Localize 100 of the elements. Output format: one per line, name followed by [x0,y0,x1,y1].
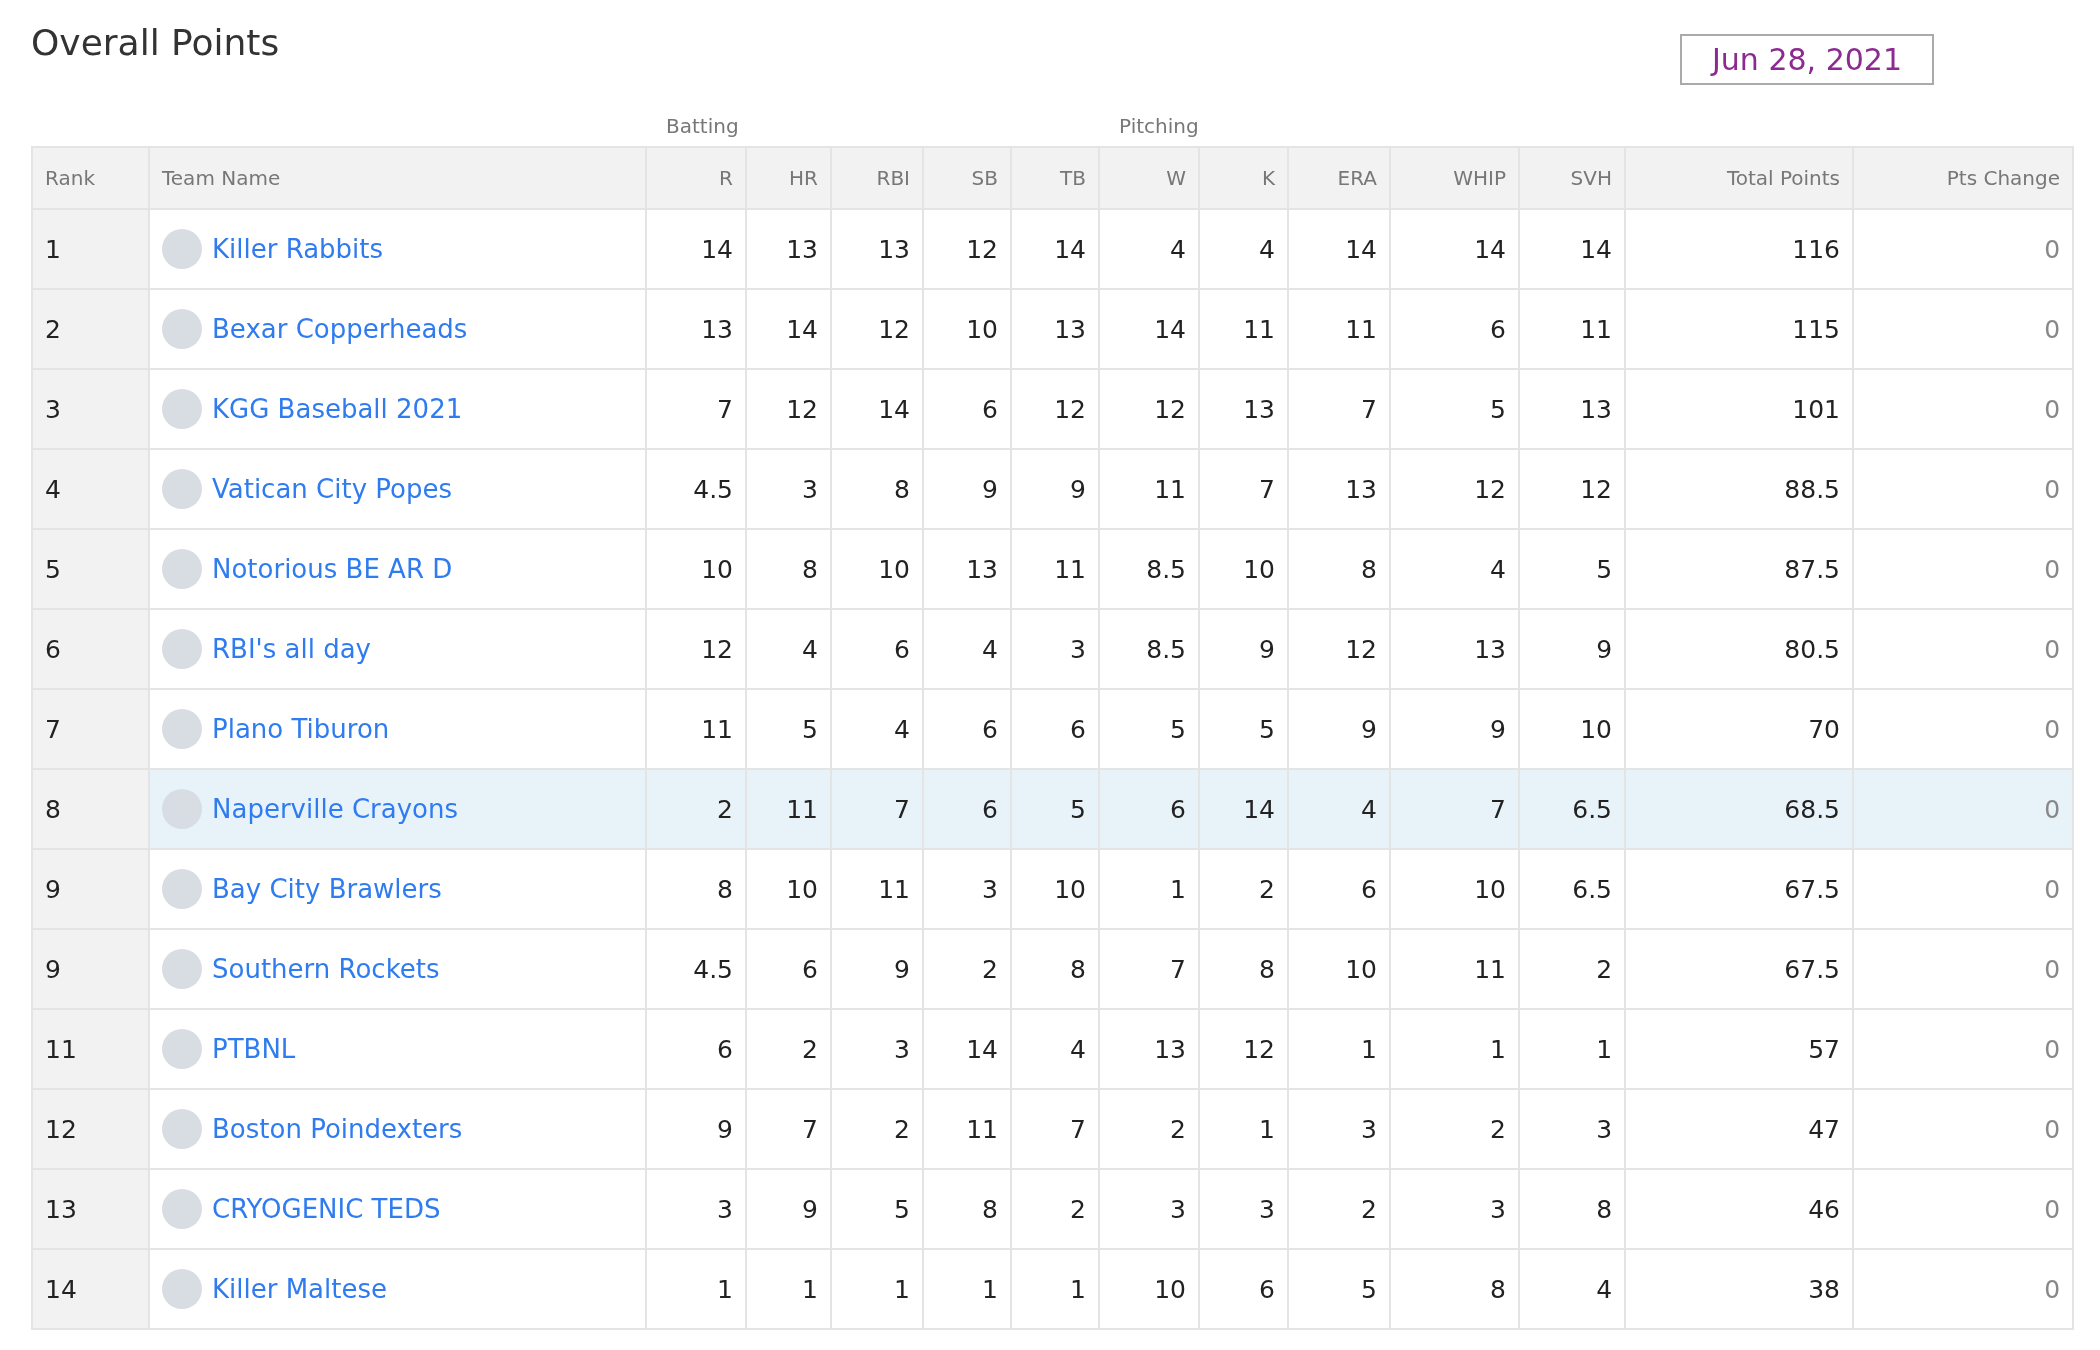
table-cell: 4 [1011,1009,1099,1089]
team-link[interactable]: CRYOGENIC TEDS [212,1194,441,1224]
table-cell: 2 [1519,929,1626,1009]
table-cell: 14 [1199,769,1288,849]
table-cell: 14 [831,369,923,449]
table-cell: 14 [646,209,746,289]
table-cell: 6 [746,929,831,1009]
table-row[interactable]: 9 Southern Rockets 4.5 6 9 2 8 7 8 10 11 2 67.5 0 [32,929,2074,1009]
table-cell: 0 [1853,369,2074,449]
team-link[interactable]: Vatican City Popes [212,474,453,504]
table-cell: 4 [923,609,1011,689]
page-title: Overall Points [31,22,280,63]
rank-cell: 5 [32,529,149,609]
table-row[interactable]: 1 Killer Rabbits 14 13 13 12 14 4 4 14 14 14 116 0 [32,209,2074,289]
table-cell: 11 [1519,289,1626,369]
table-cell: 10 [1390,849,1519,929]
team-logo [162,309,202,349]
table-cell: 14 [1011,209,1099,289]
column-header: SB [923,147,1011,209]
table-cell: 12 [646,609,746,689]
table-cell: 6 [923,769,1011,849]
table-cell: 9 [746,1169,831,1249]
table-cell: 13 [746,209,831,289]
column-group-label: Pitching [1119,114,1199,138]
table-cell: 0 [1853,529,2074,609]
rank-cell: 14 [32,1249,149,1329]
team-logo [162,549,202,589]
table-cell: 7 [1011,1089,1099,1169]
table-cell: 3 [923,849,1011,929]
team-link[interactable]: Plano Tiburon [212,714,390,744]
table-cell: 87.5 [1625,529,1854,609]
table-cell: 9 [1199,609,1288,689]
table-cell: 8 [1519,1169,1626,1249]
table-cell: 0 [1853,769,2074,849]
table-row[interactable]: 9 Bay City Brawlers 8 10 11 3 10 1 2 6 10 6.5 67.5 0 [32,849,2074,929]
table-row[interactable]: 2 Bexar Copperheads 13 14 12 10 13 14 11 11 6 11 115 0 [32,289,2074,369]
table-cell: 12 [923,209,1011,289]
table-row[interactable]: 3 KGG Baseball 2021 7 12 14 6 12 12 13 7 5 13 101 0 [32,369,2074,449]
table-cell: 9 [923,449,1011,529]
rank-cell: 7 [32,689,149,769]
table-cell: 13 [646,289,746,369]
table-cell: 5 [831,1169,923,1249]
table-cell: 8.5 [1099,609,1199,689]
column-header: R [646,147,746,209]
table-cell: 13 [1099,1009,1199,1089]
table-cell: 12 [1011,369,1099,449]
table-row[interactable]: 11 PTBNL 6 2 3 14 4 13 12 1 1 1 57 0 [32,1009,2074,1089]
team-link[interactable]: RBI's all day [212,634,371,664]
column-header: RBI [831,147,923,209]
table-cell: 1 [746,1249,831,1329]
table-cell: 6 [1099,769,1199,849]
table-row[interactable]: 5 Notorious BE AR D 10 8 10 13 11 8.5 10 8 4 5 87.5 0 [32,529,2074,609]
column-header: W [1099,147,1199,209]
table-cell: 80.5 [1625,609,1854,689]
table-cell: 11 [1011,529,1099,609]
table-cell: 6 [646,1009,746,1089]
team-link[interactable]: Southern Rockets [212,954,440,984]
table-cell: 11 [923,1089,1011,1169]
team-link[interactable]: Bay City Brawlers [212,874,442,904]
table-cell: 12 [1099,369,1199,449]
table-cell: 2 [1288,1169,1390,1249]
table-cell: 1 [831,1249,923,1329]
rank-cell: 4 [32,449,149,529]
table-cell: 13 [1390,609,1519,689]
table-cell: 12 [746,369,831,449]
table-cell: 1 [923,1249,1011,1329]
table-cell: 10 [1099,1249,1199,1329]
table-cell: 11 [1199,289,1288,369]
table-cell: 0 [1853,1089,2074,1169]
table-cell: 47 [1625,1089,1854,1169]
table-cell: 0 [1853,1169,2074,1249]
column-header: K [1199,147,1288,209]
table-cell: 7 [1390,769,1519,849]
table-cell: 1 [1011,1249,1099,1329]
table-cell: 10 [831,529,923,609]
team-logo [162,389,202,429]
table-cell: 6.5 [1519,769,1626,849]
team-link[interactable]: Killer Maltese [212,1274,387,1304]
table-row[interactable]: 13 CRYOGENIC TEDS 3 9 5 8 2 3 3 2 3 8 46 0 [32,1169,2074,1249]
team-link[interactable]: Notorious BE AR D [212,554,453,584]
table-cell: 11 [1288,289,1390,369]
table-row[interactable]: 6 RBI's all day 12 4 6 4 3 8.5 9 12 13 9 80.5 0 [32,609,2074,689]
team-link[interactable]: Bexar Copperheads [212,314,468,344]
team-link[interactable]: Killer Rabbits [212,234,384,264]
table-cell: 9 [646,1089,746,1169]
table-row[interactable]: 4 Vatican City Popes 4.5 3 8 9 9 11 7 13 12 12 88.5 0 [32,449,2074,529]
team-link[interactable]: KGG Baseball 2021 [212,394,463,424]
team-link[interactable]: Boston Poindexters [212,1114,463,1144]
table-cell: 116 [1625,209,1854,289]
table-cell: 68.5 [1625,769,1854,849]
table-row[interactable]: 8 Naperville Crayons 2 11 7 6 5 6 14 4 7 6.5 68.5 0 [32,769,2074,849]
team-link[interactable]: PTBNL [212,1034,296,1064]
table-cell: 14 [1288,209,1390,289]
table-cell: 12 [1199,1009,1288,1089]
team-link[interactable]: Naperville Crayons [212,794,458,824]
table-cell: 14 [746,289,831,369]
table-row[interactable]: 12 Boston Poindexters 9 7 2 11 7 2 1 3 2 3 47 0 [32,1089,2074,1169]
table-row[interactable]: 14 Killer Maltese 1 1 1 1 1 10 6 5 8 4 38 0 [32,1249,2074,1329]
table-cell: 4 [1390,529,1519,609]
table-cell: 3 [831,1009,923,1089]
